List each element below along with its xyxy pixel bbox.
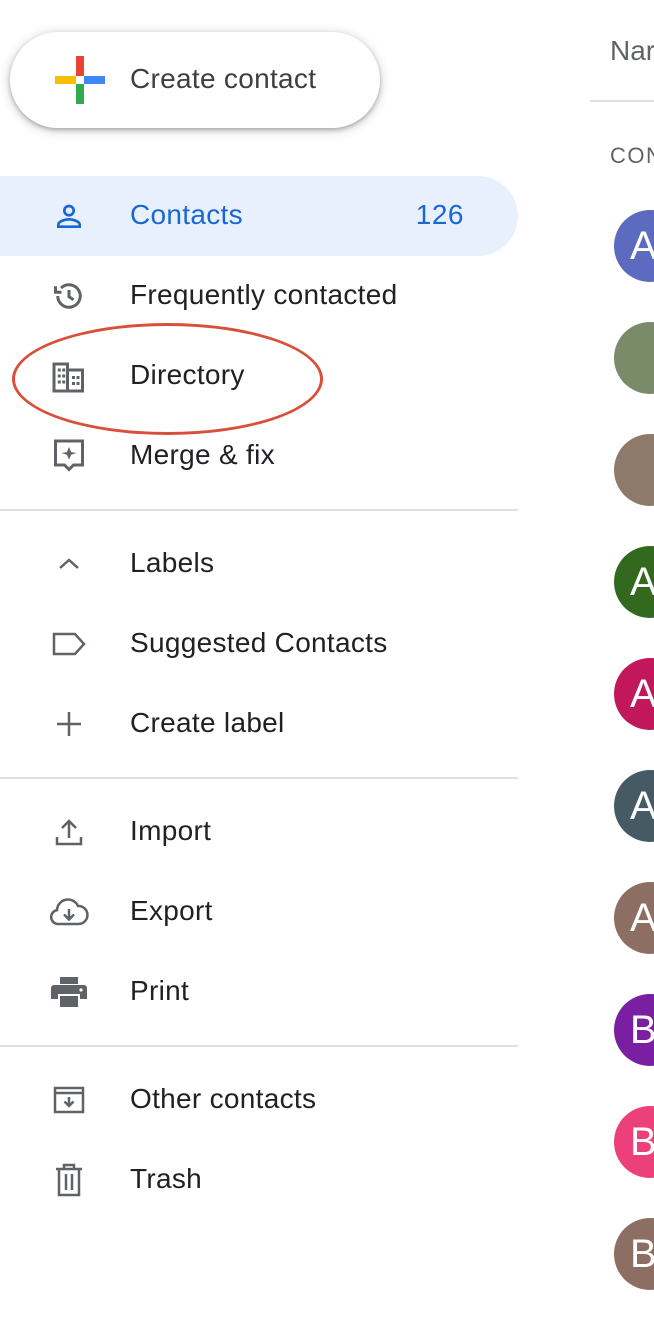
sidebar-item-label: Directory [130, 359, 245, 390]
contacts-count: 126 [415, 199, 464, 230]
avatar[interactable] [614, 434, 654, 506]
sidebar-item-merge-fix[interactable]: Merge & fix [0, 416, 518, 496]
sidebar-item-label: Print [130, 975, 190, 1006]
create-contact-button[interactable]: Create contact [10, 32, 380, 128]
divider [0, 777, 518, 779]
label-icon [46, 624, 92, 664]
sidebar-item-create-label[interactable]: Create label [0, 684, 518, 764]
avatar[interactable]: B [614, 1218, 654, 1290]
divider [0, 1045, 518, 1047]
history-icon [46, 276, 92, 316]
sidebar-item-label: Import [130, 815, 212, 846]
sidebar-item-label: Create label [130, 707, 285, 738]
avatar[interactable]: A [614, 546, 654, 618]
sidebar-item-label: Contacts [130, 199, 243, 230]
sidebar-item-export[interactable]: Export [0, 872, 518, 952]
sidebar-item-trash[interactable]: Trash [0, 1140, 518, 1220]
sidebar-item-label: Export [130, 895, 213, 926]
sidebar-item-frequently-contacted[interactable]: Frequently contacted [0, 256, 518, 336]
chevron-up-icon [46, 544, 92, 584]
sidebar-item-label: Merge & fix [130, 439, 275, 470]
sidebar-section-label: Labels [130, 547, 215, 578]
name-column-header[interactable]: Nar [610, 35, 654, 67]
printer-icon [46, 972, 92, 1012]
sidebar-item-suggested-contacts[interactable]: Suggested Contacts [0, 604, 518, 684]
sidebar-item-import[interactable]: Import [0, 792, 518, 872]
sidebar-item-label: Suggested Contacts [130, 627, 388, 658]
avatar[interactable]: B [614, 994, 654, 1066]
avatar[interactable]: A [614, 882, 654, 954]
divider [590, 100, 654, 102]
avatar[interactable]: A [614, 770, 654, 842]
person-icon [46, 196, 92, 236]
labels-section-toggle[interactable]: Labels [0, 524, 518, 604]
sidebar-item-label: Trash [130, 1163, 203, 1194]
avatar[interactable]: A [614, 210, 654, 282]
section-label: CON [610, 143, 654, 168]
sidebar-item-print[interactable]: Print [0, 952, 518, 1032]
add-icon [46, 704, 92, 744]
divider [0, 509, 518, 511]
trash-icon [46, 1160, 92, 1200]
sidebar-item-other-contacts[interactable]: Other contacts [0, 1060, 518, 1140]
sidebar-item-contacts[interactable]: Contacts 126 [0, 176, 518, 256]
sidebar-item-directory[interactable]: Directory [0, 336, 518, 416]
create-contact-label: Create contact [130, 63, 317, 94]
avatar[interactable]: A [614, 658, 654, 730]
cloud-download-icon [46, 892, 92, 932]
upload-icon [46, 812, 92, 852]
avatar[interactable] [614, 322, 654, 394]
sidebar-item-label: Other contacts [130, 1083, 317, 1114]
building-icon [46, 356, 92, 396]
archive-icon [46, 1080, 92, 1120]
plus-icon [55, 56, 105, 104]
sidebar-item-label: Frequently contacted [130, 279, 398, 310]
avatar[interactable]: B [614, 1106, 654, 1178]
sparkle-icon [46, 436, 92, 476]
